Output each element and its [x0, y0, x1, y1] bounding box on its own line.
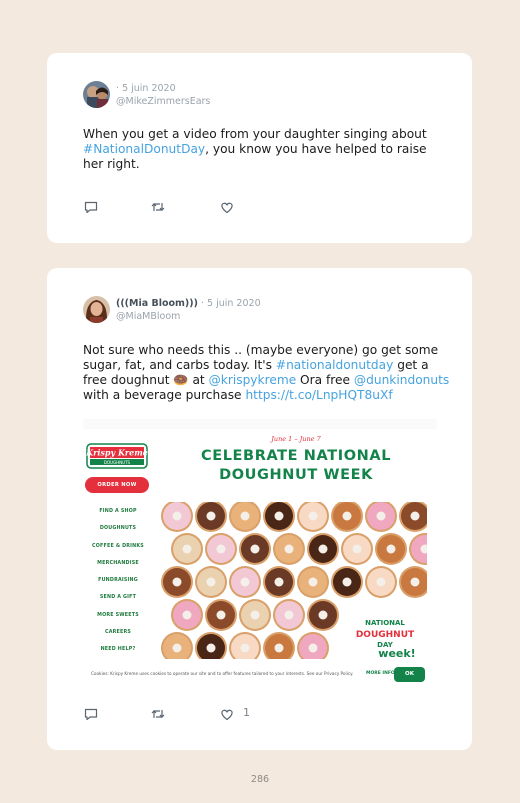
nav-item[interactable]: MORE SWEETS [83, 613, 153, 630]
doughnut-hole [386, 544, 396, 554]
doughnut-hole [250, 610, 260, 620]
tweet-actions: 1 [83, 706, 283, 722]
avatar[interactable] [83, 296, 110, 323]
badge-text: week! [378, 647, 415, 659]
tweet-date[interactable]: 5 juin 2020 [122, 83, 176, 94]
cookie-banner: Cookies: Krispy Kreme uses cookies to op… [83, 663, 437, 685]
headline-line: CELEBRATE NATIONAL [200, 448, 392, 464]
doughnut-hole [274, 511, 284, 521]
avatar[interactable] [83, 81, 110, 108]
promo-headline: CELEBRATE NATIONAL DOUGHNUT WEEK [155, 447, 437, 485]
doughnut-hole [216, 610, 226, 620]
promo-dates: June 1 – June 7 [271, 435, 321, 443]
mention-link[interactable]: @krispykreme [209, 373, 297, 387]
logo-subtext: DOUGHNUTS [104, 460, 131, 465]
tweet-meta: · 5 juin 2020 [116, 82, 176, 95]
doughnut-hole [172, 511, 182, 521]
tweet-text: When you get a video from your daughter … [83, 127, 450, 172]
doughnut-hole [240, 577, 250, 587]
doughnut-hole [172, 577, 182, 587]
doughnut-hole [284, 610, 294, 620]
doughnut-hole [240, 643, 250, 653]
image-sidebar: Krispy Kreme DOUGHNUTS ORDER NOW FIND A … [83, 429, 155, 685]
like-icon[interactable] [219, 706, 235, 722]
nav-item[interactable]: DOUGHNUTS [83, 526, 153, 543]
nav-item[interactable]: SEND A GIFT [83, 595, 153, 612]
doughnut-photo: NATIONAL DOUGHNUT DAY week! [161, 502, 427, 659]
nav-item[interactable]: MERCHANDISE [83, 561, 153, 578]
doughnut-hole [250, 544, 260, 554]
page: { "tweets": [ { "display_name": "", "sep… [0, 0, 520, 803]
doughnut-hole [274, 643, 284, 653]
tweet-text: Not sure who needs this .. (maybe everyo… [83, 343, 450, 403]
mention-link[interactable]: @dunkindonuts [354, 373, 449, 387]
doughnut-hole [206, 643, 216, 653]
doughnut-hole [352, 544, 362, 554]
logo-text: Krispy Kreme [86, 448, 148, 458]
doughnut-hole [410, 577, 420, 587]
doughnut-hole [308, 511, 318, 521]
retweet-icon[interactable] [150, 199, 166, 215]
doughnut-hole [182, 610, 192, 620]
doughnut-hole [182, 544, 192, 554]
doughnut-hole [318, 544, 328, 554]
order-now-button[interactable]: ORDER NOW [85, 477, 149, 493]
reply-icon[interactable] [83, 199, 99, 215]
doughnut-hole [410, 511, 420, 521]
nav-item[interactable]: FUNDRAISING [83, 578, 153, 595]
tweet-card: (((Mia Bloom))) · 5 juin 2020 @MiaMBloom… [47, 268, 472, 750]
text-segment: Ora free [296, 373, 354, 387]
image-status-bar [83, 419, 437, 429]
text-segment: at [188, 373, 209, 387]
nav-item[interactable]: FIND A SHOP [83, 509, 153, 526]
tweet-actions [83, 199, 283, 215]
doughnut-hole [284, 544, 294, 554]
separator: · [116, 83, 120, 94]
badge-text: NATIONAL [365, 619, 405, 627]
text-segment: with a beverage purchase [83, 388, 246, 402]
doughnut-hole [216, 544, 226, 554]
separator: · [200, 298, 204, 309]
hashtag-link[interactable]: #NationalDonutDay [83, 142, 205, 156]
doughnut-hole [342, 511, 352, 521]
cookie-more-info[interactable]: MORE INFO [366, 671, 395, 676]
like-count: 1 [243, 706, 250, 719]
handle[interactable]: @MikeZimmersEars [116, 95, 210, 108]
reply-icon[interactable] [83, 706, 99, 722]
badge-text: DOUGHNUT [356, 630, 415, 640]
krispy-kreme-logo: Krispy Kreme DOUGHNUTS [86, 443, 148, 469]
doughnut-hole [206, 577, 216, 587]
cookie-text: Cookies: Krispy Kreme uses cookies to op… [91, 671, 354, 676]
nav-item[interactable]: COFFEE & DRINKS [83, 544, 153, 561]
retweet-icon[interactable] [150, 706, 166, 722]
doughnut-hole [206, 511, 216, 521]
tweet-meta: (((Mia Bloom))) · 5 juin 2020 [116, 297, 261, 310]
cookie-ok-button[interactable]: OK [394, 667, 425, 682]
side-nav: FIND A SHOP DOUGHNUTS COFFEE & DRINKS ME… [83, 509, 153, 665]
doughnut-hole [308, 643, 318, 653]
doughnut-hole [308, 577, 318, 587]
tweet-date[interactable]: 5 juin 2020 [207, 298, 261, 309]
doughnut-hole [172, 643, 182, 653]
url-link[interactable]: https://t.co/LnpHQT8uXf [245, 388, 392, 402]
like-icon[interactable] [219, 199, 235, 215]
doughnut-hole [240, 511, 250, 521]
doughnut-hole [376, 577, 386, 587]
hashtag-link[interactable]: #nationaldonutday [276, 358, 393, 372]
tweet-image[interactable]: Krispy Kreme DOUGHNUTS ORDER NOW FIND A … [83, 419, 437, 685]
handle[interactable]: @MiaMBloom [116, 310, 180, 323]
doughnut-hole [376, 511, 386, 521]
tweet-card: · 5 juin 2020 @MikeZimmersEars When you … [47, 53, 472, 243]
doughnut-hole [318, 610, 328, 620]
nav-item[interactable]: CAREERS [83, 630, 153, 647]
page-number: 286 [250, 774, 270, 785]
doughnut-emoji: 🍩 [173, 373, 189, 387]
doughnut-hole [342, 577, 352, 587]
text-segment: When you get a video from your daughter … [83, 127, 427, 141]
headline-line: DOUGHNUT WEEK [219, 467, 373, 483]
display-name[interactable]: (((Mia Bloom))) [116, 298, 198, 309]
doughnut-hole [274, 577, 284, 587]
